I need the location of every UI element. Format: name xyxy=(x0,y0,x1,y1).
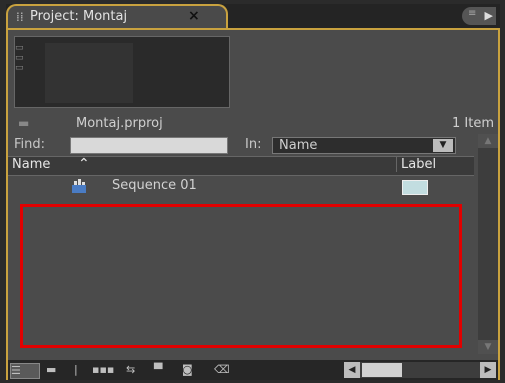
highlight-box xyxy=(20,204,462,348)
scroll-right-icon[interactable]: ▶ xyxy=(480,362,496,378)
column-label[interactable]: Label xyxy=(396,157,436,172)
icon-view-icon[interactable]: ▬ xyxy=(46,363,64,377)
find-icon[interactable]: ⇆ xyxy=(126,363,144,377)
sequence-name: Sequence 01 xyxy=(112,178,197,193)
folder-icon: ▬ xyxy=(18,116,30,130)
scroll-down-icon[interactable]: ▼ xyxy=(478,340,498,354)
list-view-icon[interactable]: ☰ xyxy=(10,363,40,379)
find-input[interactable] xyxy=(70,137,228,154)
filmstrip-icon: ▭ ▭ ▭ xyxy=(15,43,24,73)
project-panel: ⁞⁞ Project: Montaj × ≡ ▶ ▭ ▭ ▭ ▬ Montaj.pr… xyxy=(6,4,500,380)
panel-body: ▭ ▭ ▭ ▬ Montaj.prproj 1 Item Find: In: Nam… xyxy=(6,28,500,380)
project-info: ▬ Montaj.prproj 1 Item xyxy=(14,116,494,134)
panel-menu-icon: ≡ xyxy=(468,8,477,19)
tab-title: Project: Montaj xyxy=(30,9,128,24)
in-select-value: Name xyxy=(279,138,318,153)
in-label: In: xyxy=(245,137,262,152)
separator-icon: | xyxy=(74,363,78,376)
sort-ascending-icon[interactable]: ⌃ xyxy=(78,156,90,172)
horizontal-scrollbar[interactable]: ◀ ▶ xyxy=(344,362,496,378)
in-select[interactable]: Name ▼ xyxy=(272,137,456,154)
find-bar: Find: In: Name ▼ xyxy=(8,136,474,156)
scroll-left-icon[interactable]: ◀ xyxy=(344,362,360,378)
label-color-swatch[interactable] xyxy=(402,180,428,195)
grip-icon[interactable]: ⁞⁞ xyxy=(16,10,24,24)
tab-bar: ⁞⁞ Project: Montaj × ≡ ▶ xyxy=(6,4,500,30)
new-item-icon[interactable]: ◙ xyxy=(182,363,200,377)
item-count: 1 Item xyxy=(452,116,494,131)
automate-icon[interactable]: ▪▪▪ xyxy=(92,363,120,377)
scroll-up-icon[interactable]: ▲ xyxy=(478,134,498,148)
column-name[interactable]: Name xyxy=(12,157,50,172)
sequence-icon xyxy=(72,179,86,193)
preview-thumbnail xyxy=(45,43,133,103)
play-icon: ▶ xyxy=(484,9,493,22)
chevron-down-icon[interactable]: ▼ xyxy=(433,139,453,152)
vertical-scrollbar[interactable]: ▲ ▼ xyxy=(478,134,498,354)
tab-project[interactable]: ⁞⁞ Project: Montaj × xyxy=(6,4,228,28)
scroll-thumb[interactable] xyxy=(362,363,402,377)
column-header: Name ⌃ Label xyxy=(8,156,474,176)
find-label: Find: xyxy=(14,137,46,152)
panel-menu-button[interactable]: ≡ ▶ xyxy=(462,7,496,25)
preview-area: ▭ ▭ ▭ xyxy=(14,36,230,108)
clear-icon[interactable]: ⌫ xyxy=(214,363,230,377)
bottom-toolbar: ☰ ▬ | ▪▪▪ ⇆ ▀ ◙ ⌫ ◀ ▶ xyxy=(8,360,498,380)
new-bin-icon[interactable]: ▀ xyxy=(154,363,174,377)
project-file-name: Montaj.prproj xyxy=(76,116,163,131)
list-item[interactable]: Sequence 01 xyxy=(8,176,474,198)
close-icon[interactable]: × xyxy=(188,8,200,24)
